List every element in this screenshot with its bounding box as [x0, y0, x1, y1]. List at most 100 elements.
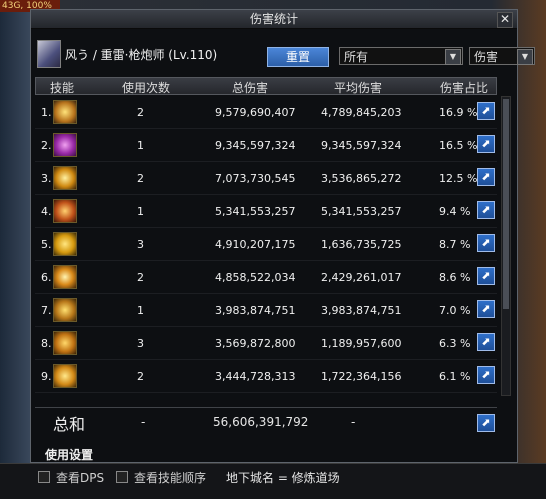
skill-icon: [53, 331, 77, 355]
share-icon[interactable]: ⬈: [477, 135, 495, 153]
total-row: 总和 - 56,606,391,792 - ⬈: [35, 407, 497, 436]
table-row[interactable]: 9. 2 3,444,728,313 1,722,364,156 6.1 % ⬈: [35, 360, 497, 393]
row-uses: 1: [137, 205, 144, 218]
damage-stats-window: 伤害统计 ✕ 风う / 重雷·枪炮师 (Lv.110) 重置 所有 ▼ 伤害 ▼…: [30, 9, 535, 463]
row-total: 3,569,872,800: [215, 337, 296, 350]
row-total: 9,345,597,324: [215, 139, 296, 152]
view-dps-checkbox[interactable]: [38, 471, 50, 483]
scrollbar[interactable]: [501, 96, 511, 396]
character-name: 风う / 重雷·枪炮师 (Lv.110): [65, 48, 218, 62]
window-titlebar[interactable]: 伤害统计 ✕: [31, 10, 517, 29]
table-row[interactable]: 1. 2 9,579,690,407 4,789,845,203 16.9 % …: [35, 96, 497, 129]
row-avg: 5,341,553,257: [321, 205, 402, 218]
row-rank: 9.: [41, 370, 52, 383]
view-order-label[interactable]: 查看技能顺序: [134, 469, 206, 486]
row-share: 6.1 %: [439, 370, 471, 383]
chevron-down-icon: ▼: [517, 49, 533, 65]
row-uses: 3: [137, 238, 144, 251]
row-rank: 1.: [41, 106, 52, 119]
total-damage: 56,606,391,792: [213, 415, 309, 429]
row-avg: 1,722,364,156: [321, 370, 402, 383]
metric-select[interactable]: 伤害 ▼: [469, 47, 535, 65]
skill-icon: [53, 199, 77, 223]
scrollbar-thumb[interactable]: [503, 99, 509, 309]
skill-icon: [53, 364, 77, 388]
share-icon[interactable]: ⬈: [477, 366, 495, 384]
row-uses: 2: [137, 271, 144, 284]
reset-button[interactable]: 重置: [267, 47, 329, 67]
target-select[interactable]: 所有 ▼: [339, 47, 463, 65]
view-dps-label[interactable]: 查看DPS: [56, 469, 104, 486]
table-row[interactable]: 5. 3 4,910,207,175 1,636,735,725 8.7 % ⬈: [35, 228, 497, 261]
chevron-down-icon: ▼: [445, 49, 461, 65]
row-share: 16.9 %: [439, 106, 478, 119]
row-total: 7,073,730,545: [215, 172, 296, 185]
table-header: 技能 使用次数 总伤害 平均伤害 伤害占比: [35, 77, 497, 95]
target-select-value: 所有: [344, 50, 369, 64]
row-share: 12.5 %: [439, 172, 478, 185]
close-icon[interactable]: ✕: [497, 12, 513, 28]
row-uses: 1: [137, 139, 144, 152]
window-title: 伤害统计: [249, 12, 298, 26]
share-icon[interactable]: ⬈: [477, 414, 495, 432]
row-total: 5,341,553,257: [215, 205, 296, 218]
row-avg: 3,536,865,272: [321, 172, 402, 185]
row-total: 3,444,728,313: [215, 370, 296, 383]
table-row[interactable]: 2. 1 9,345,597,324 9,345,597,324 16.5 % …: [35, 129, 497, 162]
col-total[interactable]: 总伤害: [232, 79, 268, 96]
share-icon[interactable]: ⬈: [477, 168, 495, 186]
skill-table: 1. 2 9,579,690,407 4,789,845,203 16.9 % …: [35, 96, 497, 393]
row-avg: 9,345,597,324: [321, 139, 402, 152]
row-rank: 2.: [41, 139, 52, 152]
share-icon[interactable]: ⬈: [477, 300, 495, 318]
table-row[interactable]: 8. 3 3,569,872,800 1,189,957,600 6.3 % ⬈: [35, 327, 497, 360]
row-total: 4,858,522,034: [215, 271, 296, 284]
col-uses[interactable]: 使用次数: [122, 79, 170, 96]
table-row[interactable]: 6. 2 4,858,522,034 2,429,261,017 8.6 % ⬈: [35, 261, 497, 294]
row-share: 7.0 %: [439, 304, 471, 317]
skill-icon: [53, 232, 77, 256]
col-share[interactable]: 伤害占比: [440, 79, 488, 96]
share-icon[interactable]: ⬈: [477, 201, 495, 219]
row-avg: 4,789,845,203: [321, 106, 402, 119]
total-uses: -: [141, 415, 146, 429]
share-icon[interactable]: ⬈: [477, 333, 495, 351]
row-uses: 2: [137, 172, 144, 185]
row-rank: 3.: [41, 172, 52, 185]
row-share: 6.3 %: [439, 337, 471, 350]
share-icon[interactable]: ⬈: [477, 102, 495, 120]
row-avg: 2,429,261,017: [321, 271, 402, 284]
usage-settings[interactable]: 使用设置: [45, 446, 93, 463]
view-order-checkbox[interactable]: [116, 471, 128, 483]
col-skill[interactable]: 技能: [50, 79, 74, 96]
row-total: 9,579,690,407: [215, 106, 296, 119]
skill-icon: [53, 100, 77, 124]
skill-icon: [53, 166, 77, 190]
row-avg: 1,636,735,725: [321, 238, 402, 251]
row-rank: 7.: [41, 304, 52, 317]
row-rank: 4.: [41, 205, 52, 218]
row-uses: 3: [137, 337, 144, 350]
avatar: [37, 40, 61, 68]
col-avg[interactable]: 平均伤害: [334, 79, 382, 96]
row-share: 8.6 %: [439, 271, 471, 284]
table-row[interactable]: 3. 2 7,073,730,545 3,536,865,272 12.5 % …: [35, 162, 497, 195]
table-row[interactable]: 4. 1 5,341,553,257 5,341,553,257 9.4 % ⬈: [35, 195, 497, 228]
row-rank: 6.: [41, 271, 52, 284]
skill-icon: [53, 133, 77, 157]
table-row[interactable]: 7. 1 3,983,874,751 3,983,874,751 7.0 % ⬈: [35, 294, 497, 327]
total-label: 总和: [53, 415, 86, 434]
row-rank: 5.: [41, 238, 52, 251]
row-uses: 2: [137, 106, 144, 119]
share-icon[interactable]: ⬈: [477, 267, 495, 285]
row-rank: 8.: [41, 337, 52, 350]
row-share: 16.5 %: [439, 139, 478, 152]
share-icon[interactable]: ⬈: [477, 234, 495, 252]
metric-select-value: 伤害: [474, 50, 499, 64]
row-total: 4,910,207,175: [215, 238, 296, 251]
row-uses: 2: [137, 370, 144, 383]
row-share: 8.7 %: [439, 238, 471, 251]
skill-icon: [53, 265, 77, 289]
character-bar: 风う / 重雷·枪炮师 (Lv.110) 重置 所有 ▼ 伤害 ▼: [35, 38, 535, 72]
skill-icon: [53, 298, 77, 322]
